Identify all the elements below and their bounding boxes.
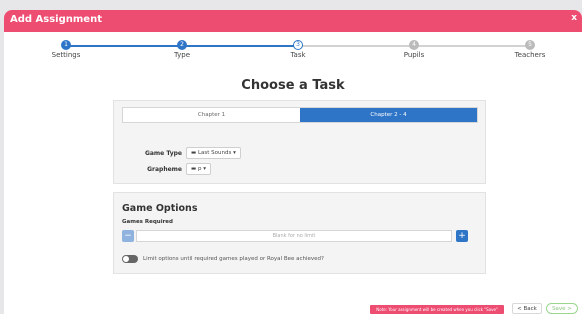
grapheme-label: Grapheme <box>147 166 182 173</box>
step-task[interactable]: 3 Task <box>268 40 328 59</box>
decrement-button[interactable]: − <box>122 230 134 242</box>
step-label: Task <box>290 51 306 59</box>
step-teachers[interactable]: 5 Teachers <box>500 40 560 59</box>
step-number: 3 <box>293 40 303 50</box>
limit-options-toggle[interactable] <box>122 255 138 263</box>
wizard-stepper: 1 Settings 2 Type 3 Task 4 Pupils 5 Teac… <box>4 40 582 68</box>
chevron-down-icon: ▾ <box>201 166 206 172</box>
grapheme-select[interactable]: ▬ p ▾ <box>186 163 211 175</box>
grapheme-icon: ▬ <box>191 166 198 172</box>
save-note-banner: Note: Your assignment will be created wh… <box>370 305 504 314</box>
game-options-title: Game Options <box>122 203 198 214</box>
game-type-icon: ▬ <box>191 150 198 156</box>
step-pupils[interactable]: 4 Pupils <box>384 40 444 59</box>
title-bar: Add Assignment x <box>4 10 582 32</box>
page-title: Choose a Task <box>241 78 345 93</box>
chapter-option-1[interactable]: Chapter 1 <box>123 108 300 122</box>
step-number: 5 <box>525 40 535 50</box>
limit-options-label: Limit options until required games playe… <box>143 256 324 262</box>
save-button[interactable]: Save > <box>546 303 578 314</box>
game-type-label: Game Type <box>144 150 182 157</box>
chevron-down-icon: ▾ <box>231 150 236 156</box>
step-type[interactable]: 2 Type <box>152 40 212 59</box>
window-title: Add Assignment <box>10 14 102 25</box>
chapter-option-2-4[interactable]: Chapter 2 - 4 <box>300 108 477 122</box>
step-label: Pupils <box>403 51 425 59</box>
games-required-label: Games Required <box>122 219 173 225</box>
close-icon[interactable]: x <box>571 13 577 23</box>
game-options-panel: Game Options Games Required − Blank for … <box>113 192 486 274</box>
step-settings[interactable]: 1 Settings <box>36 40 96 59</box>
toggle-knob <box>123 256 129 262</box>
step-label: Teachers <box>514 51 546 59</box>
step-label: Settings <box>51 51 81 59</box>
games-required-input[interactable]: Blank for no limit <box>136 230 452 242</box>
step-label: Type <box>173 51 191 59</box>
game-type-value: Last Sounds <box>197 150 232 156</box>
chapter-toggle: Chapter 1 Chapter 2 - 4 <box>122 107 478 123</box>
step-number: 1 <box>61 40 71 50</box>
step-number: 4 <box>409 40 419 50</box>
increment-button[interactable]: + <box>456 230 468 242</box>
step-number: 2 <box>177 40 187 50</box>
task-panel: Chapter 1 Chapter 2 - 4 Game Type ▬ Last… <box>113 100 486 184</box>
add-assignment-window: Add Assignment x 1 Settings 2 Type 3 Tas… <box>4 10 582 314</box>
game-type-select[interactable]: ▬ Last Sounds ▾ <box>186 147 241 159</box>
back-button[interactable]: < Back <box>512 303 542 314</box>
